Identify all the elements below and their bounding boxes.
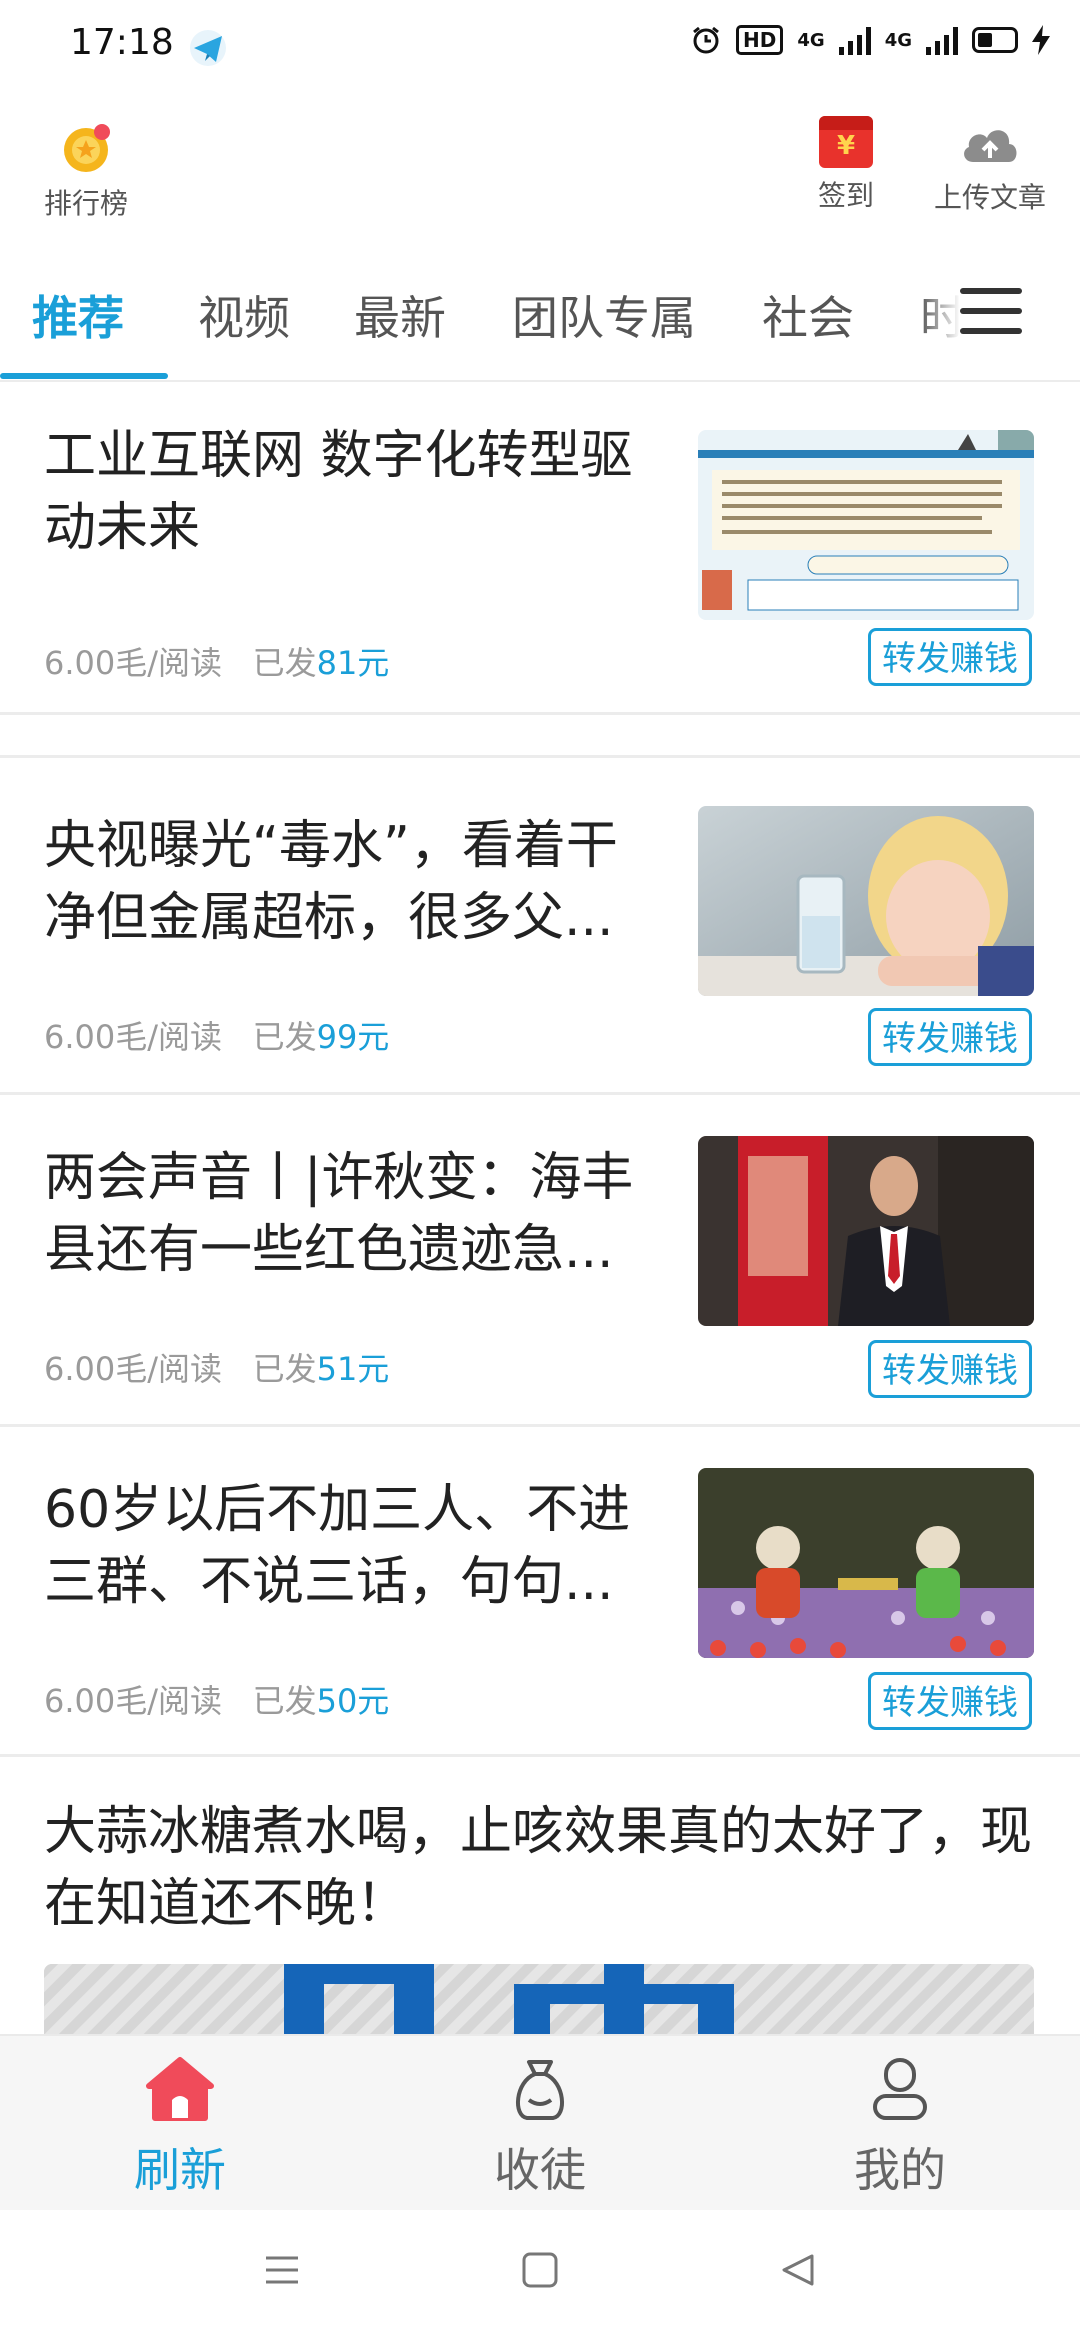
divider bbox=[0, 1424, 1080, 1427]
share-earn-button[interactable]: 转发赚钱 bbox=[868, 1672, 1032, 1730]
sign-in-label: 签到 bbox=[817, 179, 874, 212]
home-icon bbox=[146, 2057, 214, 2121]
share-earn-button[interactable]: 转发赚钱 bbox=[868, 1008, 1032, 1066]
divider bbox=[0, 1754, 1080, 1757]
recents-menu-icon[interactable] bbox=[262, 2250, 302, 2290]
leaderboard-label: 排行榜 bbox=[43, 187, 128, 220]
upload-article-button[interactable]: 上传文章 bbox=[925, 110, 1055, 216]
article-thumbnail bbox=[698, 430, 1034, 620]
read-rate: 6.00毛/阅读 bbox=[44, 644, 223, 682]
tabs-divider bbox=[0, 380, 1080, 382]
signal-icon bbox=[838, 25, 871, 55]
back-triangle-icon[interactable] bbox=[778, 2250, 818, 2290]
sent-prefix: 已发 bbox=[252, 1350, 317, 1388]
read-rate: 6.00毛/阅读 bbox=[44, 1018, 223, 1056]
leaderboard-button[interactable]: 排行榜 bbox=[36, 110, 136, 222]
article-thumbnail bbox=[698, 806, 1034, 996]
bottom-nav: 刷新 收徒 我的 bbox=[0, 2034, 1080, 2212]
article-meta: 6.00毛/阅读 已发50元 bbox=[44, 1676, 389, 1722]
alarm-icon bbox=[693, 26, 719, 54]
nav-refresh[interactable]: 刷新 bbox=[80, 2054, 280, 2200]
system-nav-bar bbox=[0, 2210, 1080, 2340]
menu-icon-bar bbox=[960, 328, 1022, 334]
category-tabs: 推荐 视频 最新 团队专属 社会 时 bbox=[0, 260, 1080, 382]
hd-voice-badge: HD bbox=[736, 25, 784, 55]
top-header: 排行榜 ¥ 签到 上传文章 bbox=[0, 110, 1080, 230]
network-type-2: 4G bbox=[884, 29, 912, 51]
article-title: 大蒜冰糖煮水喝，止咳效果真的太好了，现在知道还不晚！ bbox=[44, 1802, 1033, 1934]
article-title: 60岁以后不加三人、不进三群、不说三话，句句... bbox=[44, 1480, 631, 1612]
menu-icon bbox=[960, 288, 1022, 294]
signal-icon-2 bbox=[926, 25, 958, 55]
article-wide-image bbox=[44, 1964, 1034, 2034]
nav-refresh-label: 刷新 bbox=[134, 2143, 226, 2197]
read-rate: 6.00毛/阅读 bbox=[44, 1350, 223, 1388]
sent-amount: 51元 bbox=[316, 1350, 390, 1388]
active-tab-indicator bbox=[0, 373, 168, 379]
nav-apprentice[interactable]: 收徒 bbox=[440, 2054, 640, 2200]
status-bar: 17:18 HD 4G 4G bbox=[0, 0, 1080, 96]
share-earn-button[interactable]: 转发赚钱 bbox=[868, 1340, 1032, 1398]
read-rate: 6.00毛/阅读 bbox=[44, 1682, 223, 1720]
tab-society[interactable]: 社会 bbox=[762, 282, 854, 348]
nav-mine[interactable]: 我的 bbox=[800, 2054, 1000, 2200]
article-title: 工业互联网 数字化转型驱动未来 bbox=[44, 426, 633, 558]
cloud-upload-icon bbox=[964, 130, 1017, 162]
nav-apprentice-label: 收徒 bbox=[494, 2143, 586, 2197]
red-envelope-icon: ¥ bbox=[819, 116, 873, 168]
sent-amount: 99元 bbox=[316, 1018, 390, 1056]
upload-article-label: 上传文章 bbox=[933, 181, 1046, 214]
article-thumbnail bbox=[698, 1468, 1034, 1658]
battery-icon bbox=[972, 27, 1018, 53]
article-meta: 6.00毛/阅读 已发81元 bbox=[44, 638, 389, 684]
sent-prefix: 已发 bbox=[252, 1682, 317, 1720]
sent-amount: 50元 bbox=[316, 1682, 390, 1720]
share-earn-button[interactable]: 转发赚钱 bbox=[868, 628, 1032, 686]
section-gap bbox=[0, 712, 1080, 758]
article-title: 两会声音丨|许秋变：海丰县还有一些红色遗迹急... bbox=[44, 1148, 634, 1280]
home-square-icon[interactable] bbox=[520, 2250, 560, 2290]
sent-prefix: 已发 bbox=[252, 644, 317, 682]
article-thumbnail bbox=[698, 1136, 1034, 1326]
charging-icon bbox=[1032, 25, 1050, 55]
tab-latest[interactable]: 最新 bbox=[354, 282, 446, 348]
article-title: 央视曝光“毒水”，看着干净但金属超标，很多父... bbox=[44, 816, 618, 948]
user-icon bbox=[873, 2058, 927, 2120]
sent-prefix: 已发 bbox=[252, 1018, 317, 1056]
tab-recommend[interactable]: 推荐 bbox=[32, 282, 124, 348]
telegram-icon bbox=[190, 30, 226, 66]
money-bag-icon bbox=[515, 2060, 565, 2120]
status-icons: HD 4G 4G bbox=[690, 24, 1050, 56]
nav-mine-label: 我的 bbox=[854, 2143, 946, 2197]
tabs-fade bbox=[920, 270, 960, 360]
menu-icon-bar bbox=[960, 308, 1022, 314]
article-meta: 6.00毛/阅读 已发99元 bbox=[44, 1012, 389, 1058]
divider bbox=[0, 1092, 1080, 1095]
tabs-menu-button[interactable] bbox=[960, 280, 1026, 344]
tab-team-exclusive[interactable]: 团队专属 bbox=[512, 282, 696, 348]
article-meta: 6.00毛/阅读 已发51元 bbox=[44, 1344, 389, 1390]
tab-video[interactable]: 视频 bbox=[198, 282, 290, 348]
status-time: 17:18 bbox=[70, 22, 174, 63]
medal-icon bbox=[64, 124, 110, 172]
network-type-1: 4G bbox=[797, 29, 825, 51]
sign-in-button[interactable]: ¥ 签到 bbox=[806, 110, 886, 214]
sent-amount: 81元 bbox=[316, 644, 390, 682]
